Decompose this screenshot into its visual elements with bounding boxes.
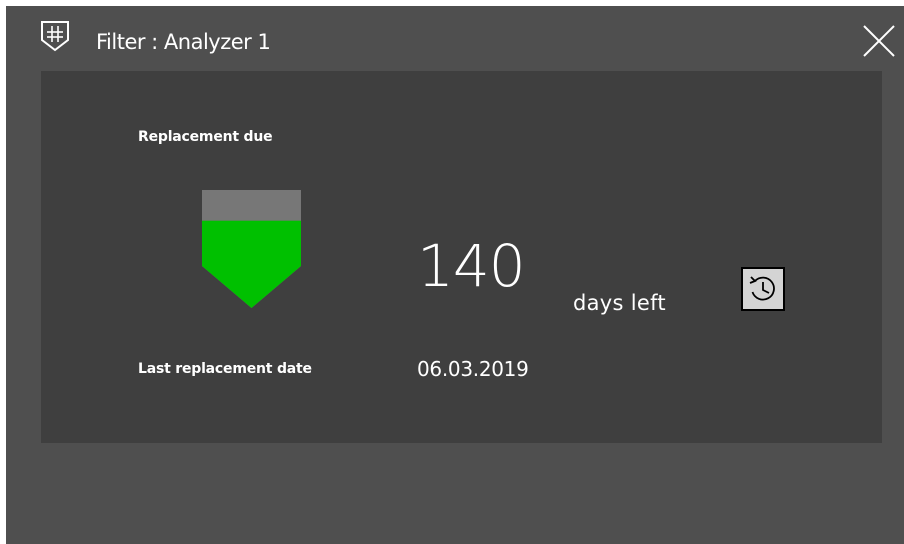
filter-level-gauge — [202, 190, 301, 308]
gauge-fill-segment — [202, 220, 301, 308]
history-icon — [749, 276, 775, 301]
close-icon — [863, 25, 895, 57]
filter-dialog: Filter : Analyzer 1 Replacement due 140 … — [6, 6, 904, 544]
last-replacement-date: 06.03.2019 — [417, 357, 529, 381]
days-remaining-value: 140 — [417, 232, 526, 300]
filter-status-panel: Replacement due 140 days left Last repla… — [41, 71, 882, 443]
close-button[interactable] — [862, 24, 896, 58]
last-replacement-label: Last replacement date — [138, 361, 312, 377]
filter-grid-icon — [41, 21, 69, 52]
reset-replacement-button[interactable] — [741, 267, 785, 311]
replacement-due-label: Replacement due — [138, 129, 273, 145]
dialog-title: Filter : Analyzer 1 — [96, 30, 271, 54]
days-left-label: days left — [573, 291, 666, 315]
